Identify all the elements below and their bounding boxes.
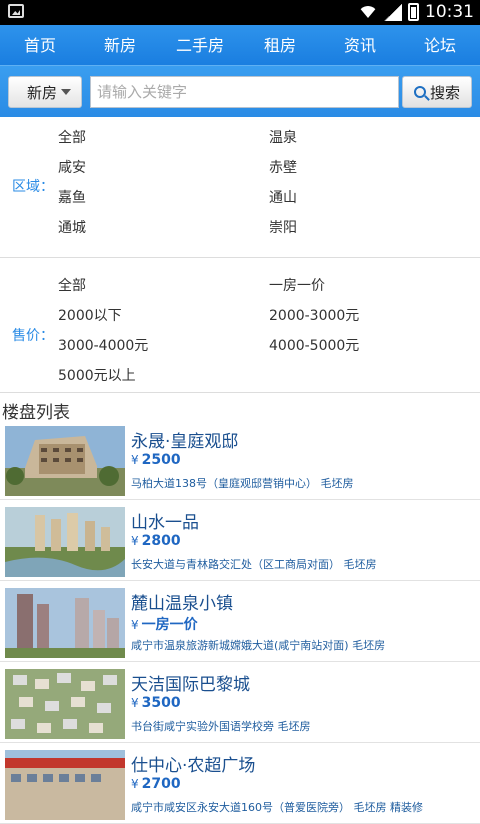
region-option[interactable]: 咸安: [58, 157, 86, 177]
listing-item[interactable]: 仕中心·农超广场 ¥2700 咸宁市咸安区永安大道160号（普爱医院旁） 毛坯房…: [0, 743, 480, 824]
search-type-label: 新房: [27, 83, 58, 102]
listing-address: 咸宁市温泉旅游新城嫦娥大道(咸宁南站对面) 毛坯房: [131, 639, 386, 652]
nav-news[interactable]: 资讯: [320, 25, 400, 65]
price-option[interactable]: 3000-4000元: [58, 335, 148, 355]
price-filter: 售价： 全部 一房一价 2000以下 2000-3000元 3000-4000元…: [0, 258, 480, 393]
listing-price: ¥2800: [131, 533, 181, 549]
price-option[interactable]: 一房一价: [269, 275, 325, 295]
listing-address: 马柏大道138号（皇庭观邸营销中心） 毛坯房: [131, 477, 354, 490]
nav-second-hand[interactable]: 二手房: [160, 25, 240, 65]
region-option[interactable]: 温泉: [269, 127, 297, 147]
region-option[interactable]: 嘉鱼: [58, 187, 86, 207]
currency-symbol: ¥: [131, 618, 139, 632]
listing-item[interactable]: 麓山温泉小镇 ¥ 一房一价 咸宁市温泉旅游新城嫦娥大道(咸宁南站对面) 毛坯房: [0, 581, 480, 662]
listing-photo: [5, 588, 125, 658]
search-input[interactable]: [90, 76, 399, 108]
listing-price-value: 2500: [141, 452, 181, 468]
nav-new-homes[interactable]: 新房: [80, 25, 160, 65]
currency-symbol: ¥: [131, 696, 139, 710]
price-option[interactable]: 2000-3000元: [269, 305, 359, 325]
price-option[interactable]: 4000-5000元: [269, 335, 359, 355]
search-icon: [413, 86, 426, 98]
nav-forum[interactable]: 论坛: [400, 25, 480, 65]
image-notification-icon: [8, 4, 24, 18]
currency-symbol: ¥: [131, 534, 139, 548]
search-button[interactable]: 搜索: [402, 76, 472, 108]
listing-address: 长安大道与青林路交汇处（区工商局对面） 毛坯房: [131, 558, 377, 571]
price-option[interactable]: 全部: [58, 275, 86, 295]
listing-price-value: 3500: [141, 695, 181, 711]
listing-price: ¥2500: [131, 452, 181, 468]
price-label: 售价：: [12, 328, 54, 344]
currency-symbol: ¥: [131, 777, 139, 791]
wifi-icon: [358, 4, 378, 20]
search-bar: 新房 搜索: [0, 66, 480, 117]
price-option[interactable]: 5000元以上: [58, 365, 136, 385]
search-type-dropdown[interactable]: 新房: [8, 76, 82, 108]
listing-address: 咸宁市咸安区永安大道160号（普爱医院旁） 毛坯房 精装修: [131, 801, 423, 814]
chevron-down-icon: [61, 89, 72, 95]
listing-photo: [5, 426, 125, 496]
region-option[interactable]: 通城: [58, 217, 86, 237]
nav-home[interactable]: 首页: [0, 25, 80, 65]
listing-item[interactable]: 永晟·皇庭观邸 ¥2500 马柏大道138号（皇庭观邸营销中心） 毛坯房: [0, 419, 480, 500]
status-time: 10:31: [425, 2, 474, 22]
listing-address: 书台街咸宁实验外国语学校旁 毛坯房: [131, 720, 311, 733]
status-bar: 10:31: [0, 0, 480, 25]
price-option[interactable]: 2000以下: [58, 305, 122, 325]
listing-name: 仕中心·农超广场: [131, 756, 256, 776]
listing-item[interactable]: 山水一品 ¥2800 长安大道与青林路交汇处（区工商局对面） 毛坯房: [0, 500, 480, 581]
nav-rental[interactable]: 租房: [240, 25, 320, 65]
listing-photo: [5, 669, 125, 739]
battery-icon: [408, 3, 419, 21]
listing-price-value: 2700: [141, 776, 181, 792]
listing-name: 山水一品: [131, 513, 199, 533]
region-label: 区域：: [12, 179, 54, 195]
listing-name: 永晟·皇庭观邸: [131, 432, 239, 452]
search-button-label: 搜索: [429, 83, 460, 102]
listing-price: ¥3500: [131, 695, 181, 711]
region-filter: 区域： 全部 温泉 咸安 赤壁 嘉鱼 通山 通城 崇阳: [0, 117, 480, 258]
listing-price: ¥2700: [131, 776, 181, 792]
currency-symbol: ¥: [131, 453, 139, 467]
region-option[interactable]: 崇阳: [269, 217, 297, 237]
top-nav: 首页 新房 二手房 租房 资讯 论坛: [0, 25, 480, 66]
listing-price-value: 一房一价: [141, 617, 198, 633]
listing-photo: [5, 750, 125, 820]
listing-price-value: 2800: [141, 533, 181, 549]
region-option[interactable]: 全部: [58, 127, 86, 147]
signal-icon: [384, 3, 402, 21]
listing-price: ¥ 一房一价: [131, 614, 198, 634]
listing-photo: [5, 507, 125, 577]
region-option[interactable]: 通山: [269, 187, 297, 207]
listing-item[interactable]: 天洁国际巴黎城 ¥3500 书台街咸宁实验外国语学校旁 毛坯房: [0, 662, 480, 743]
listing-name: 天洁国际巴黎城: [131, 675, 250, 695]
listing-name: 麓山温泉小镇: [131, 594, 233, 614]
region-option[interactable]: 赤壁: [269, 157, 297, 177]
